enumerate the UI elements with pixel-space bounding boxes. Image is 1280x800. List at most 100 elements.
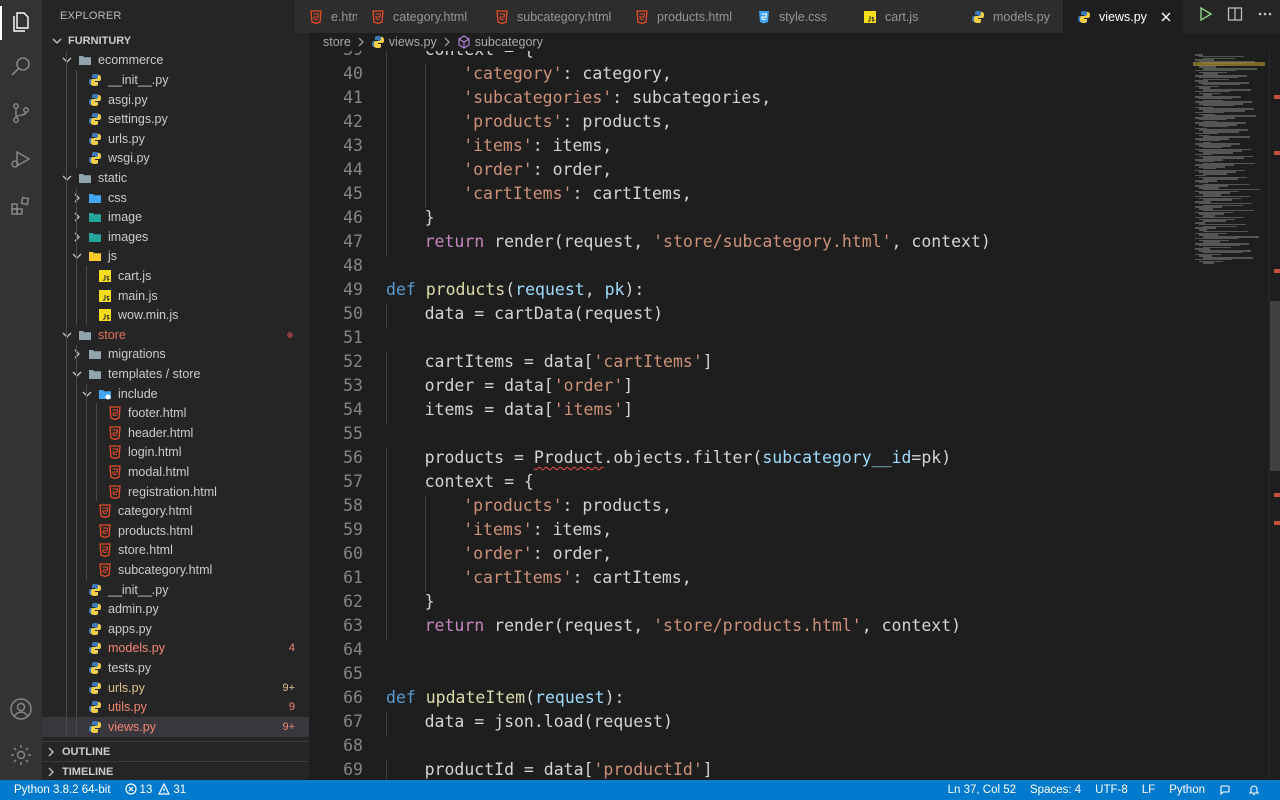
workspace-root[interactable]: FURNITURY — [42, 31, 309, 51]
code-token: , context) — [861, 616, 962, 635]
editor-scrollbar[interactable] — [1269, 51, 1280, 780]
chevron-down-icon[interactable] — [62, 55, 72, 65]
line-number: 46 — [343, 208, 363, 227]
file-item[interactable]: tests.py — [42, 658, 309, 678]
extensions-icon[interactable] — [9, 194, 33, 218]
file-item[interactable]: asgi.py — [42, 89, 309, 110]
editor-tab[interactable]: cart.js — [849, 0, 958, 33]
file-item[interactable]: modal.html — [42, 462, 309, 482]
chevron-right-icon[interactable] — [72, 212, 82, 222]
python-icon — [1077, 10, 1091, 24]
python-interpreter[interactable]: Python 3.8.2 64-bit — [14, 784, 111, 796]
more-actions-icon[interactable] — [1257, 6, 1273, 27]
account-icon[interactable] — [9, 697, 33, 721]
split-editor-icon[interactable] — [1227, 6, 1243, 27]
folder-icon — [78, 328, 92, 342]
editor-tab[interactable]: category.html — [357, 0, 482, 33]
chevron-right-icon[interactable] — [72, 349, 82, 359]
source-control-icon[interactable] — [9, 101, 33, 125]
file-item[interactable]: __init__.py — [42, 70, 309, 90]
chevron-down-icon[interactable] — [72, 251, 82, 261]
folder-item[interactable]: css — [42, 187, 309, 208]
chevron-right-icon[interactable] — [72, 232, 82, 242]
scrollbar-thumb[interactable] — [1270, 301, 1280, 471]
explorer-icon[interactable] — [9, 10, 33, 34]
search-icon[interactable] — [9, 55, 33, 79]
breadcrumb-folder[interactable]: store — [323, 35, 351, 49]
file-item[interactable]: header.html — [42, 423, 309, 443]
editor-tab[interactable]: products.html — [621, 0, 744, 33]
file-item[interactable]: login.html — [42, 442, 309, 463]
html-icon — [495, 9, 509, 24]
timeline-section[interactable]: TIMELINE — [42, 761, 309, 780]
file-item[interactable]: __init__.py — [42, 579, 309, 600]
file-item[interactable]: category.html — [42, 501, 309, 521]
file-item[interactable]: store.html — [42, 540, 309, 561]
indent-guide — [86, 285, 87, 306]
code-editor[interactable]: 39 context = {40 'category': category, 41 's… — [309, 51, 1189, 780]
code-text: def updateItem(request): — [386, 688, 624, 707]
feedback-icon[interactable] — [1219, 784, 1234, 796]
run-debug-icon[interactable] — [9, 147, 33, 171]
folder-item[interactable]: store — [42, 325, 309, 345]
manage-gear-icon[interactable] — [9, 743, 33, 767]
editor-tab[interactable]: models.py — [957, 0, 1064, 33]
code-token: products = — [424, 448, 534, 467]
modified-dot — [287, 331, 293, 338]
editor-tab[interactable]: views.py — [1063, 0, 1184, 33]
file-item[interactable]: main.js — [42, 285, 309, 306]
file-item[interactable]: utils.py 9 — [42, 697, 309, 717]
file-item[interactable]: wow.min.js — [42, 305, 309, 325]
file-item[interactable]: views.py 9+ — [42, 717, 309, 737]
folder-item[interactable]: templates / store — [42, 364, 309, 384]
file-item[interactable]: urls.py — [42, 129, 309, 149]
close-icon[interactable] — [1159, 10, 1173, 24]
outline-section[interactable]: OUTLINE — [42, 741, 309, 762]
folder-item[interactable]: image — [42, 207, 309, 227]
folder-item[interactable]: migrations — [42, 344, 309, 365]
file-item[interactable]: footer.html — [42, 403, 309, 423]
indentation[interactable]: Spaces: 4 — [1030, 784, 1081, 796]
editor-tab[interactable]: e.html — [295, 0, 358, 33]
breadcrumb-symbol[interactable]: subcategory — [457, 35, 543, 49]
line-number: 69 — [343, 760, 363, 779]
run-icon[interactable] — [1197, 6, 1213, 27]
chevron-down-icon[interactable] — [82, 389, 92, 399]
folder-item[interactable]: js — [42, 246, 309, 267]
file-item[interactable]: subcategory.html — [42, 560, 309, 580]
chevron-down-icon[interactable] — [62, 330, 72, 340]
minimap[interactable] — [1189, 51, 1269, 780]
language-mode[interactable]: Python — [1169, 784, 1205, 796]
cursor-position[interactable]: Ln 37, Col 52 — [948, 784, 1016, 796]
indent-guide — [386, 760, 387, 780]
editor-tab[interactable]: subcategory.html — [481, 0, 622, 33]
encoding[interactable]: UTF-8 — [1095, 784, 1128, 796]
folder-item[interactable]: images — [42, 227, 309, 247]
folder-item[interactable]: ecommerce — [42, 50, 309, 71]
chevron-down-icon[interactable] — [52, 36, 62, 46]
file-item[interactable]: urls.py 9+ — [42, 677, 309, 698]
file-item[interactable]: admin.py — [42, 599, 309, 619]
folder-item[interactable]: static — [42, 168, 309, 188]
line-number: 54 — [343, 400, 363, 419]
chevron-down-icon[interactable] — [62, 173, 72, 183]
file-item[interactable]: models.py 4 — [42, 638, 309, 659]
code-text: cartItems = data['cartItems'] — [425, 352, 713, 371]
folder-item[interactable]: include — [42, 383, 309, 404]
code-token: 'cartItems' — [463, 184, 573, 203]
chevron-right-icon[interactable] — [72, 193, 82, 203]
file-item[interactable]: cart.js — [42, 266, 309, 286]
chevron-down-icon[interactable] — [72, 369, 82, 379]
code-token: def — [386, 280, 416, 299]
file-item[interactable]: registration.html — [42, 481, 309, 502]
file-item[interactable]: apps.py — [42, 619, 309, 639]
notifications-bell-icon[interactable] — [1248, 784, 1263, 796]
editor-tab[interactable]: style.css — [743, 0, 850, 33]
problems-summary[interactable]: 13 31 — [124, 782, 186, 798]
end-of-line[interactable]: LF — [1142, 784, 1155, 796]
file-item[interactable]: wsgi.py — [42, 148, 309, 169]
file-item[interactable]: settings.py — [42, 109, 309, 129]
code-token: data = json.load(request) — [424, 712, 673, 731]
breadcrumb-file[interactable]: views.py — [371, 35, 437, 49]
file-item[interactable]: products.html — [42, 521, 309, 541]
